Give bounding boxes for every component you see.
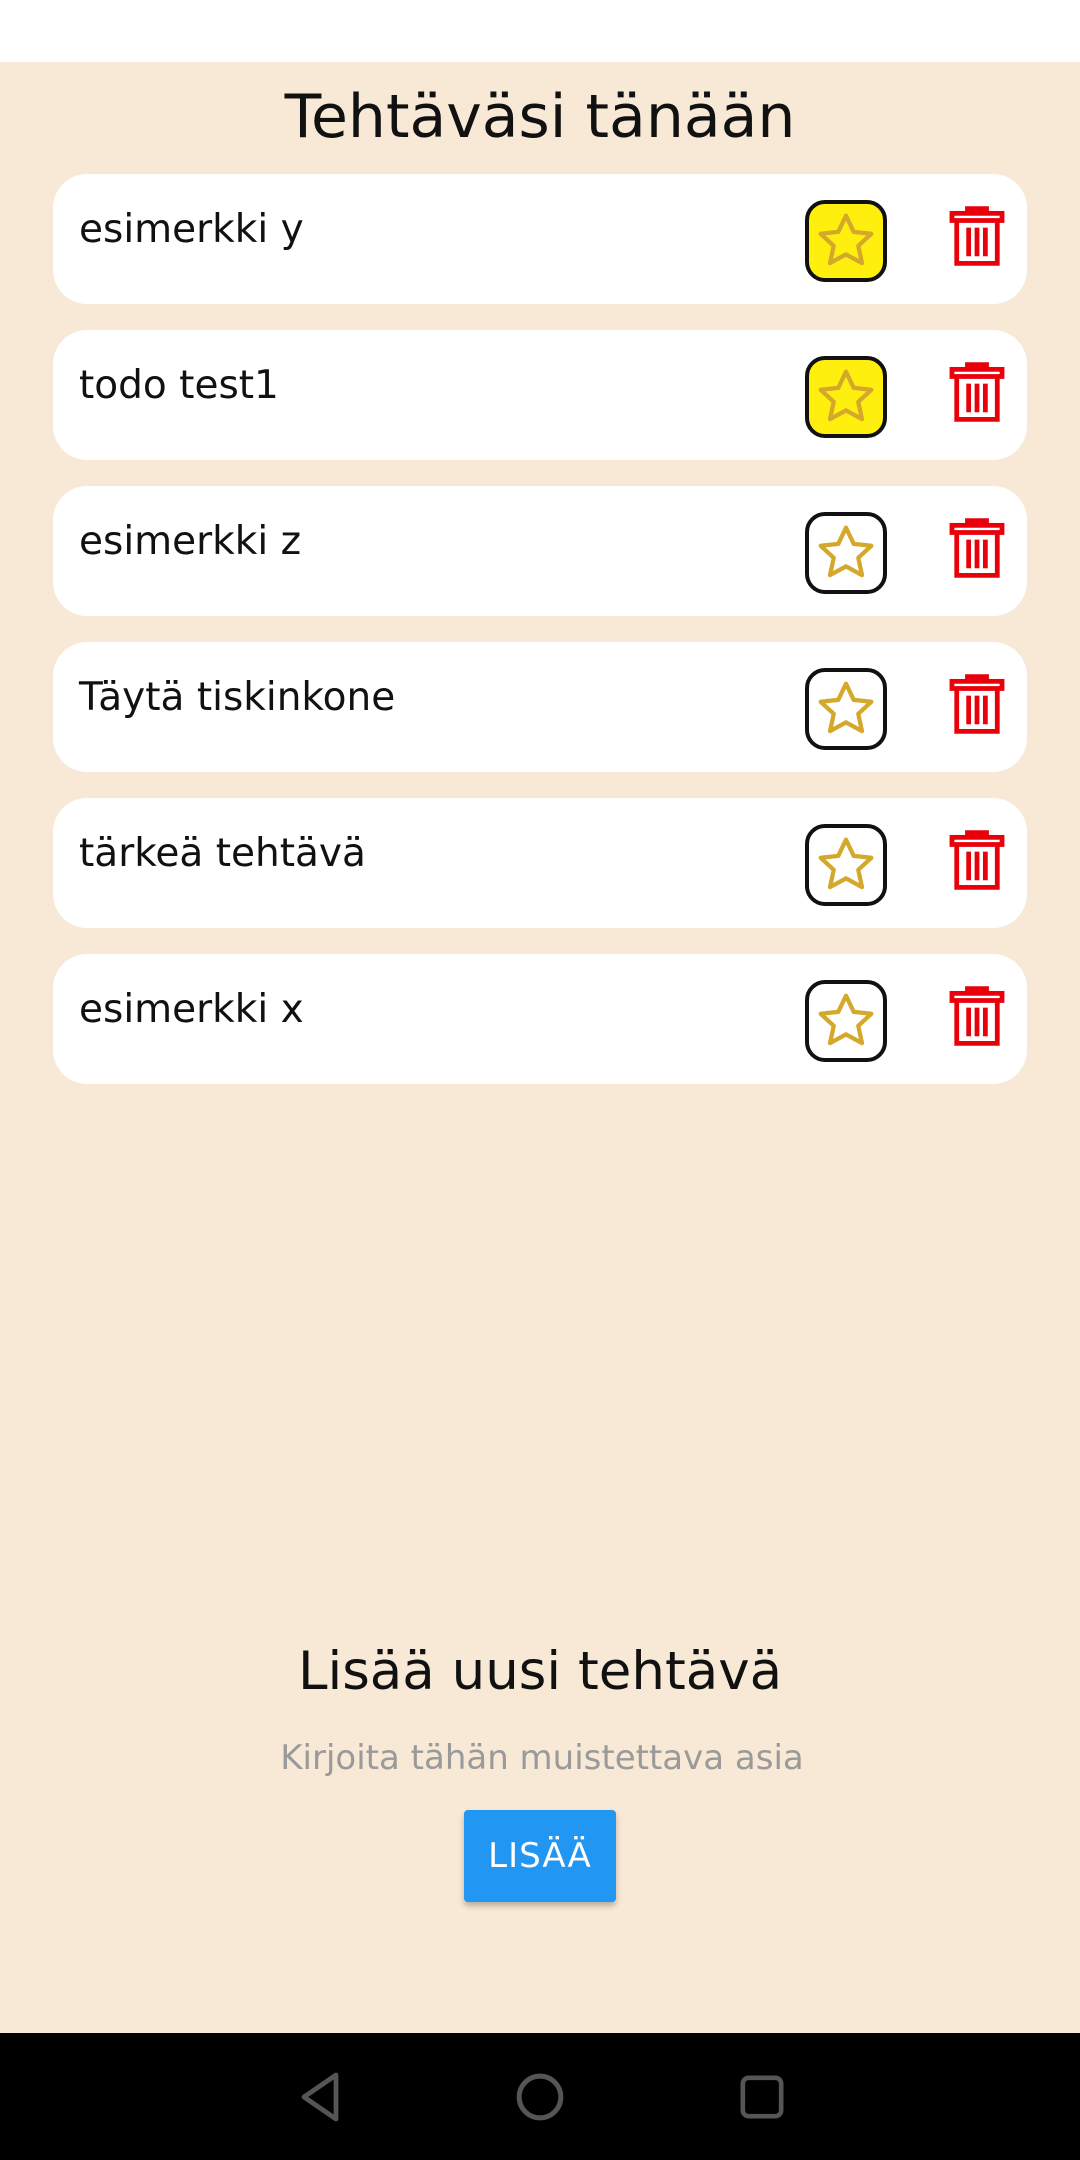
todo-item: esimerkki z — [53, 486, 1027, 616]
add-task-title: Lisää uusi tehtävä — [297, 1641, 783, 1702]
todo-text: esimerkki x — [79, 987, 304, 1032]
todo-item: todo test1 — [53, 330, 1027, 460]
todo-text: todo test1 — [79, 363, 279, 408]
nav-home-button[interactable] — [504, 2061, 576, 2133]
star-button[interactable] — [805, 512, 887, 594]
todo-text: esimerkki z — [79, 519, 302, 564]
star-icon — [818, 837, 874, 890]
new-task-input[interactable] — [190, 1722, 894, 1794]
delete-button[interactable] — [941, 200, 1013, 272]
trash-icon — [949, 206, 1005, 266]
recents-icon — [740, 2075, 784, 2119]
trash-icon — [949, 362, 1005, 422]
todo-text: Täytä tiskinkone — [79, 675, 396, 720]
star-button[interactable] — [805, 668, 887, 750]
star-icon — [818, 213, 874, 266]
navigation-bar — [0, 2033, 1080, 2160]
star-icon — [818, 525, 874, 578]
trash-icon — [949, 986, 1005, 1046]
star-button[interactable] — [805, 980, 887, 1062]
trash-icon — [949, 830, 1005, 890]
page-title: Tehtäväsi tänään — [284, 82, 796, 152]
star-icon — [818, 993, 874, 1046]
trash-icon — [949, 518, 1005, 578]
delete-button[interactable] — [941, 668, 1013, 740]
delete-button[interactable] — [941, 980, 1013, 1052]
back-icon — [301, 2072, 339, 2122]
star-button[interactable] — [805, 200, 887, 282]
todo-item: esimerkki y — [53, 174, 1027, 304]
star-button[interactable] — [805, 824, 887, 906]
todo-item: esimerkki x — [53, 954, 1027, 1084]
star-icon — [818, 369, 874, 422]
todo-list: esimerkki y todo test1 esimerkki z Täytä… — [53, 174, 1027, 1110]
todo-item: tärkeä tehtävä — [53, 798, 1027, 928]
status-bar — [0, 0, 1080, 62]
app-screen: Tehtäväsi tänään esimerkki y todo test1 … — [0, 62, 1080, 2033]
star-button[interactable] — [805, 356, 887, 438]
todo-item: Täytä tiskinkone — [53, 642, 1027, 772]
nav-recents-button[interactable] — [726, 2061, 798, 2133]
todo-text: esimerkki y — [79, 207, 304, 252]
delete-button[interactable] — [941, 824, 1013, 896]
delete-button[interactable] — [941, 512, 1013, 584]
add-button[interactable]: LISÄÄ — [464, 1810, 616, 1902]
star-icon — [818, 681, 874, 734]
todo-text: tärkeä tehtävä — [79, 831, 366, 876]
home-icon — [516, 2073, 564, 2121]
nav-back-button[interactable] — [284, 2061, 356, 2133]
trash-icon — [949, 674, 1005, 734]
delete-button[interactable] — [941, 356, 1013, 428]
